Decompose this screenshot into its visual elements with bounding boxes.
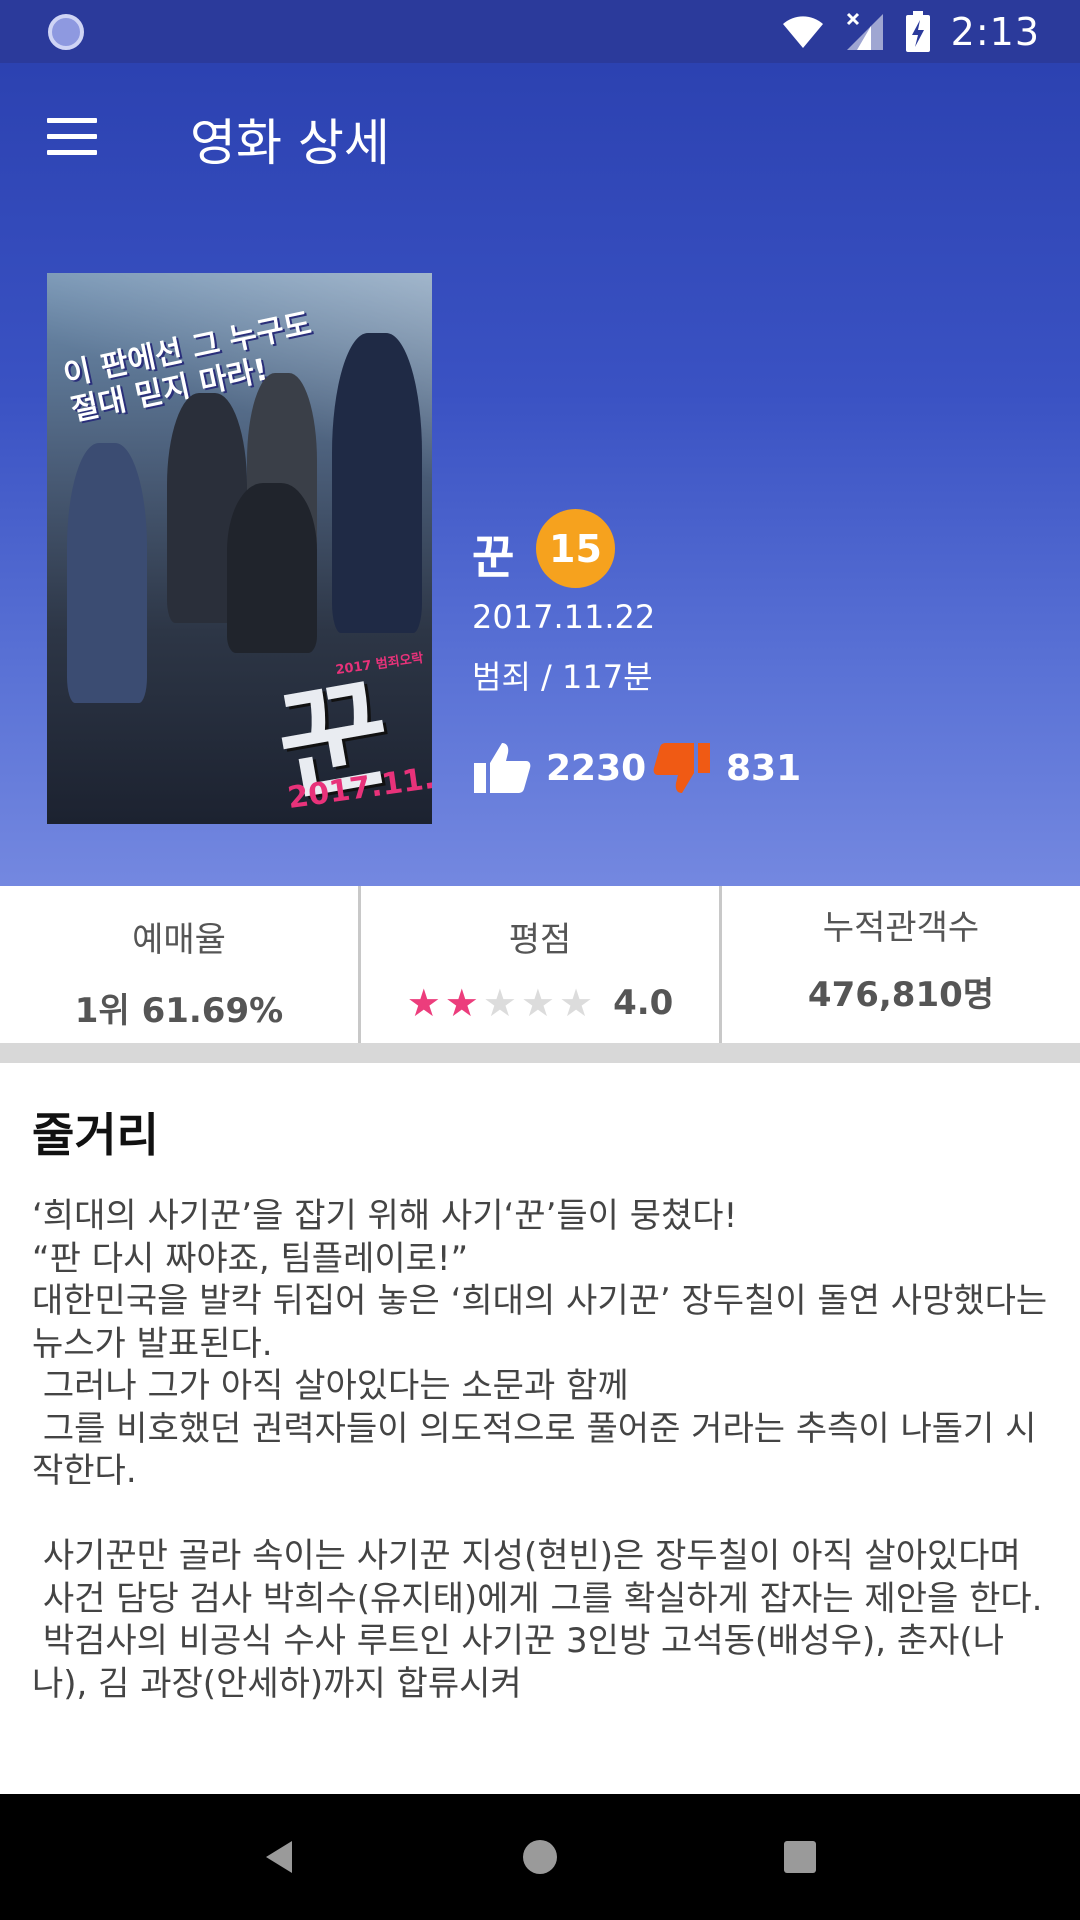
star-filled-icon: ★: [406, 981, 441, 1025]
star-empty-icon: ★: [520, 981, 555, 1025]
recents-icon[interactable]: [760, 1817, 840, 1897]
star-empty-icon: ★: [482, 981, 517, 1025]
synopsis-text: ‘희대의 사기꾼’을 잡기 위해 사기‘꾼’들이 뭉쳤다! “판 다시 짜야죠,…: [32, 1196, 1048, 1704]
app-bar: 영화 상세: [0, 63, 1080, 209]
audience-label: 누적관객수: [822, 908, 980, 948]
thumbs-up-icon: [474, 743, 531, 793]
genre-runtime: 범죄 / 117분: [472, 658, 653, 696]
page-title: 영화 상세: [190, 114, 390, 172]
section-divider: [0, 1043, 1080, 1063]
wifi-icon: [782, 15, 823, 48]
synopsis-section[interactable]: 줄거리 ‘희대의 사기꾼’을 잡기 위해 사기‘꾼’들이 뭉쳤다! “판 다시 …: [0, 1063, 1080, 1794]
hamburger-menu-icon[interactable]: [36, 105, 108, 167]
movie-title: 꾼: [472, 530, 515, 584]
back-icon[interactable]: [240, 1817, 320, 1897]
reservation-value: 1위 61.69%: [74, 991, 284, 1031]
movie-poster: 이 판에선 그 누구도 절대 믿지 마라! 2017 범죄오락 꾼 2017.1…: [47, 273, 432, 824]
system-nav-bar: [0, 1794, 1080, 1920]
release-date: 2017.11.22: [472, 598, 656, 636]
status-bar: 2:13: [0, 0, 1080, 63]
like-count: 2230: [546, 747, 647, 789]
audience-stat: 누적관객수 476,810명: [719, 886, 1080, 1043]
signal-icon: [846, 12, 883, 50]
rating-stat: 평점 ★ ★ ★ ★ ★ 4.0: [358, 886, 719, 1043]
thumbs-down-icon: [653, 743, 710, 793]
home-icon[interactable]: [500, 1817, 580, 1897]
star-filled-icon: ★: [444, 981, 479, 1025]
dislike-button[interactable]: 831: [652, 741, 801, 795]
synopsis-title: 줄거리: [32, 1108, 159, 1162]
star-empty-icon: ★: [559, 981, 594, 1025]
movie-stats: 예매율 1위 61.69% 평점 ★ ★ ★ ★ ★ 4.0 누적관객수 476…: [0, 886, 1080, 1043]
sync-icon: [48, 13, 84, 50]
reservation-stat: 예매율 1위 61.69%: [0, 886, 358, 1043]
battery-charging-icon: [905, 10, 930, 52]
audience-value: 476,810명: [807, 975, 995, 1015]
reservation-label: 예매율: [132, 920, 226, 960]
movie-header: 영화 상세 이 판에선 그 누구도 절대 믿지 마라! 2017 범죄오락 꾼 …: [0, 63, 1080, 886]
like-button[interactable]: 2230: [472, 741, 646, 795]
rating-bar: ★ ★ ★ ★ ★ 4.0: [407, 983, 674, 1023]
rating-label: 평점: [508, 920, 572, 960]
rating-value: 4.0: [613, 983, 674, 1023]
age-rating-badge: 15: [536, 509, 615, 588]
status-time: 2:13: [950, 9, 1040, 54]
dislike-count: 831: [726, 747, 802, 789]
